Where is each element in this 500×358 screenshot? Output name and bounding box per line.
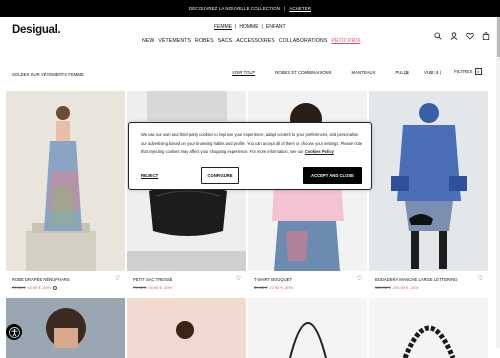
product-price: 339,95 € 209,95 € -30% <box>375 285 419 290</box>
scrollbar-thumb[interactable] <box>496 17 500 57</box>
sale-price: 209,95 € -30% <box>392 285 419 290</box>
old-price: 79,95 € <box>133 285 147 290</box>
nav-collaborations[interactable]: COLLABORATIONS <box>279 38 328 44</box>
tab-coats[interactable]: MANTEAUX <box>342 70 386 75</box>
wishlist-heart-icon[interactable]: ♡ <box>357 275 362 282</box>
product-image-row2[interactable] <box>6 298 125 358</box>
product-price: 79,95 € 55,95 € -30% <box>12 285 58 290</box>
filter-bar: SOLDES SUR VÊTEMENTS FEMME VOIR TOUT ROB… <box>0 62 500 82</box>
product-image-row2[interactable] <box>369 298 488 358</box>
bag-icon[interactable] <box>482 27 490 40</box>
product-name[interactable]: PETIT SAC TRESSÉ <box>133 277 172 282</box>
gender-women[interactable]: FEMME <box>214 24 232 30</box>
product-price: 79,95 € 55,95 € -30% <box>133 285 172 290</box>
search-icon[interactable] <box>434 27 442 40</box>
sale-price: 55,95 € -30% <box>27 285 52 290</box>
nav-bags[interactable]: SACS <box>218 38 233 44</box>
cookies-policy-link[interactable]: Cookies Policy <box>305 149 334 154</box>
logo[interactable]: Desigual. <box>12 24 61 36</box>
product-name[interactable]: T-SHIRT BOUQUET <box>254 277 292 282</box>
chevron-right-icon[interactable]: › <box>405 67 408 77</box>
tab-dresses[interactable]: ROBES ET COMBINAISONS <box>265 70 341 75</box>
gender-kids[interactable]: ENFANT <box>266 24 286 30</box>
old-price: 339,95 € <box>375 285 391 290</box>
nav-accessories[interactable]: ACCESSOIRES <box>236 38 275 44</box>
header-icons <box>434 27 490 40</box>
product-image[interactable] <box>369 91 488 271</box>
category-tabs: VOIR TOUT ROBES ET COMBINAISONS MANTEAUX… <box>222 70 448 75</box>
promo-separator: | <box>284 6 286 11</box>
product-name[interactable]: BUDADERA MANCHE LARGE LETTERING <box>375 277 457 282</box>
nav-clothing[interactable]: VÊTEMENTS <box>158 38 191 44</box>
view-toggle[interactable]: VUE: 4 | <box>424 70 441 75</box>
promo-shop-link[interactable]: ACHETER <box>289 6 311 11</box>
product-image-row2[interactable] <box>127 298 246 358</box>
filters-label: FILTRES <box>454 69 473 74</box>
wishlist-heart-icon[interactable]: ♡ <box>478 275 483 282</box>
tab-sweaters[interactable]: PULLS <box>385 70 419 75</box>
product-image-row2[interactable] <box>248 298 367 358</box>
accessibility-icon[interactable] <box>6 324 22 340</box>
gender-sep-1: | <box>235 24 237 30</box>
cookie-consent-dialog: We use our own and third-party cookies t… <box>128 122 372 190</box>
gender-men[interactable]: HOMME <box>239 24 258 30</box>
product-price: 39,95 € 27,95 € -30% <box>254 285 293 290</box>
site-header: Desigual. FEMME | HOMME | ENFANT NEW VÊT… <box>0 17 500 50</box>
consent-text: We use our own and third-party cookies t… <box>141 131 363 157</box>
wishlist-heart-icon[interactable]: ♡ <box>115 275 120 282</box>
nav-new[interactable]: NEW <box>142 38 154 44</box>
filters-button[interactable]: FILTRES 0 <box>454 68 482 75</box>
wishlist-icon[interactable] <box>466 27 474 40</box>
sale-price: 55,95 € -30% <box>148 285 173 290</box>
nav-dresses[interactable]: ROBES <box>195 38 214 44</box>
gender-sep-2: | <box>261 24 263 30</box>
reject-button[interactable]: REJECT <box>141 173 158 178</box>
wishlist-heart-icon[interactable]: ♡ <box>236 275 241 282</box>
accept-button[interactable]: ACCEPT AND CLOSE <box>303 167 362 184</box>
promo-text: DÉCOUVREZ LA NOUVELLE COLLECTION <box>189 6 281 11</box>
page-title: SOLDES SUR VÊTEMENTS FEMME <box>12 72 84 77</box>
gender-nav: FEMME | HOMME | ENFANT <box>214 24 286 30</box>
old-price: 79,95 € <box>12 285 26 290</box>
tab-all[interactable]: VOIR TOUT <box>222 70 265 75</box>
promo-bar: DÉCOUVREZ LA NOUVELLE COLLECTION | ACHET… <box>0 0 500 17</box>
account-icon[interactable] <box>450 27 458 40</box>
product-image[interactable] <box>6 91 125 271</box>
product-name[interactable]: ROBE DRAPÉE NÉNUPHARS <box>12 277 70 282</box>
sale-price: 27,95 € -30% <box>269 285 294 290</box>
configure-button[interactable]: CONFIGURE <box>201 167 239 184</box>
main-nav: NEW VÊTEMENTS ROBES SACS ACCESSOIRES COL… <box>142 38 361 44</box>
nav-sale[interactable]: PETIT PRIX <box>331 38 360 44</box>
old-price: 39,95 € <box>254 285 268 290</box>
page-scrollbar[interactable] <box>496 17 500 348</box>
filters-count: 0 <box>474 68 482 75</box>
color-swatch-icon[interactable] <box>53 285 58 290</box>
